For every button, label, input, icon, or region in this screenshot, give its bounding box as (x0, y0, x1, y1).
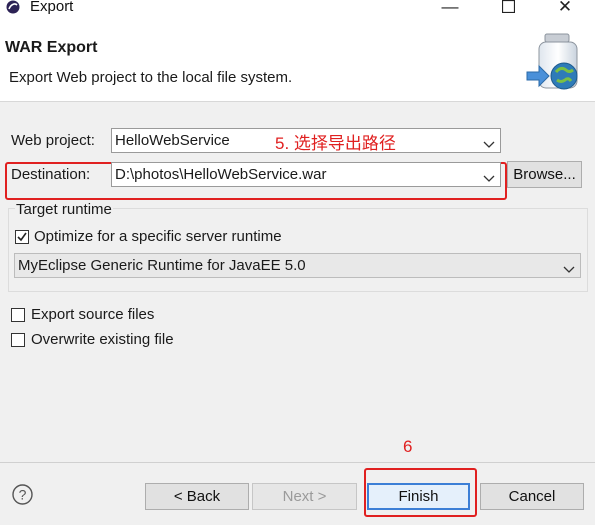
step6-annotation: 6 (403, 437, 413, 456)
wizard-description: Export Web project to the local file sys… (9, 69, 293, 86)
wizard-heading: WAR Export (5, 39, 98, 56)
browse-button[interactable]: Browse... (507, 161, 582, 188)
overwrite-label[interactable]: Overwrite existing file (31, 331, 174, 348)
wizard-banner: WAR Export Export Web project to the loc… (0, 18, 595, 102)
destination-label: Destination: (11, 166, 91, 183)
runtime-value: MyEclipse Generic Runtime for JavaEE 5.0 (18, 257, 306, 274)
eclipse-app-icon (6, 0, 20, 14)
export-source-checkbox[interactable] (11, 308, 25, 322)
back-button[interactable]: < Back (145, 483, 249, 510)
maximize-icon[interactable] (488, 0, 528, 18)
minimize-icon[interactable]: — (430, 0, 470, 18)
destination-combo[interactable]: D:\photos\HelloWebService.war (111, 162, 501, 187)
overwrite-checkbox[interactable] (11, 333, 25, 347)
cancel-button[interactable]: Cancel (480, 483, 584, 510)
checkmark-icon (17, 232, 27, 242)
optimize-checkbox[interactable] (15, 230, 29, 244)
close-icon[interactable]: ✕ (545, 0, 585, 18)
web-project-value: HelloWebService (115, 132, 230, 149)
button-bar-separator (0, 462, 595, 463)
target-runtime-title: Target runtime (15, 201, 113, 218)
title-bar: Export — ✕ (0, 0, 595, 18)
target-runtime-group (8, 208, 588, 292)
export-source-label[interactable]: Export source files (31, 306, 154, 323)
help-icon[interactable]: ? (12, 484, 33, 505)
svg-text:?: ? (19, 487, 27, 503)
web-project-label: Web project: (11, 132, 95, 149)
chevron-down-icon (563, 261, 575, 273)
chevron-down-icon (483, 170, 495, 182)
chevron-down-icon (483, 136, 495, 148)
step5-annotation: 5. 选择导出路径 (275, 134, 396, 153)
war-export-wizard-icon (521, 32, 591, 98)
optimize-label[interactable]: Optimize for a specific server runtime (34, 228, 282, 245)
next-button[interactable]: Next > (252, 483, 357, 510)
destination-value: D:\photos\HelloWebService.war (115, 166, 327, 183)
runtime-combo[interactable]: MyEclipse Generic Runtime for JavaEE 5.0 (14, 253, 581, 278)
window-title: Export (30, 0, 74, 15)
finish-button[interactable]: Finish (367, 483, 470, 510)
